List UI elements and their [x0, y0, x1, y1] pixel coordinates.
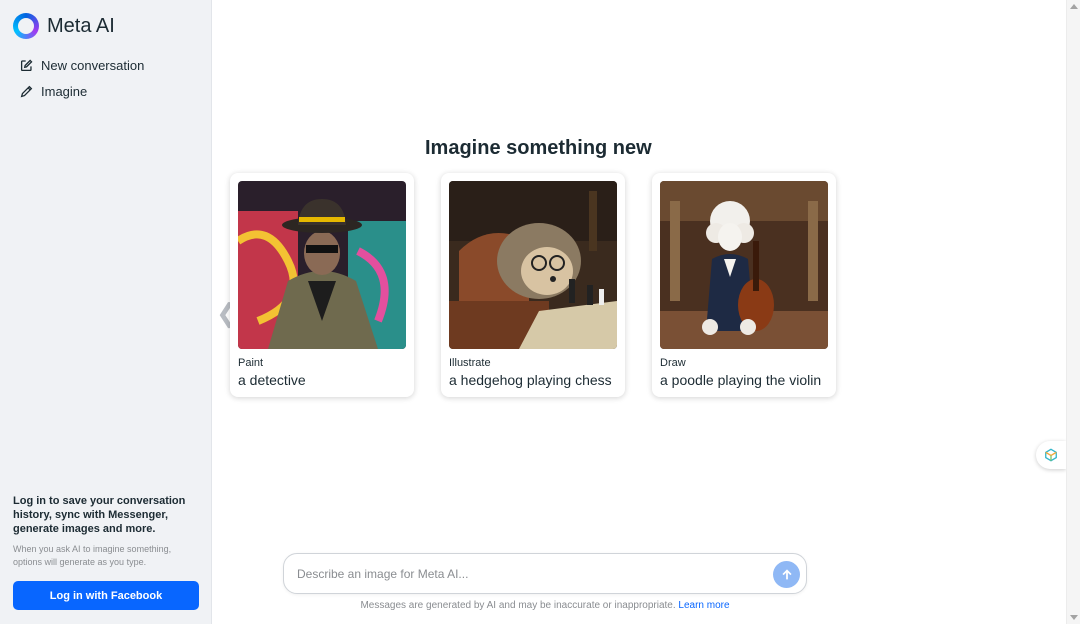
edit-icon — [20, 59, 33, 72]
send-button[interactable] — [773, 561, 800, 588]
login-prompt-subtitle: When you ask AI to imagine something, op… — [13, 544, 172, 567]
card-kind: Paint — [238, 357, 264, 369]
prompt-input[interactable] — [297, 564, 757, 584]
disclaimer: Messages are generated by AI and may be … — [283, 600, 807, 611]
imagine-button[interactable]: Imagine — [20, 84, 87, 99]
login-prompt-title: Log in to save your conversation history… — [13, 495, 186, 535]
meta-ai-logo-icon — [13, 13, 39, 39]
floating-extension-button[interactable] — [1036, 441, 1066, 469]
learn-more-link[interactable]: Learn more — [678, 600, 729, 611]
imagine-label: Imagine — [41, 84, 88, 99]
poodle-image — [660, 181, 828, 349]
arrow-up-icon — [781, 568, 792, 579]
hedgehog-image — [449, 181, 617, 349]
scroll-down-arrow-icon[interactable] — [1070, 615, 1078, 620]
detective-image — [238, 181, 406, 349]
brand-name: Meta AI — [47, 14, 115, 37]
scroll-up-arrow-icon[interactable] — [1070, 4, 1078, 9]
example-card-hedgehog[interactable]: Illustrate a hedgehog playing chess — [441, 173, 625, 397]
card-subject: a hedgehog playing chess — [449, 372, 612, 388]
page-heading: Imagine something new — [425, 137, 652, 159]
prompt-composer — [283, 553, 807, 594]
new-conversation-button[interactable]: New conversation — [20, 58, 144, 73]
app-root: Meta AI New conversation Imagine Log in … — [0, 0, 1080, 624]
brand[interactable]: Meta AI — [13, 13, 115, 39]
example-card-poodle[interactable]: Draw a poodle playing the violin — [652, 173, 836, 397]
scrollbar[interactable] — [1066, 0, 1080, 624]
pencil-icon — [20, 85, 33, 98]
login-with-facebook-button[interactable]: Log in with Facebook — [13, 581, 199, 610]
card-kind: Draw — [660, 357, 686, 369]
card-subject: a poodle playing the violin — [660, 372, 822, 388]
sidebar: Meta AI New conversation Imagine Log in … — [0, 0, 212, 624]
disclaimer-text: Messages are generated by AI and may be … — [360, 600, 676, 611]
card-kind: Illustrate — [449, 357, 491, 369]
cube-icon — [1045, 448, 1057, 462]
example-card-detective[interactable]: Paint a detective — [230, 173, 414, 397]
new-conversation-label: New conversation — [41, 58, 145, 73]
card-subject: a detective — [238, 372, 306, 388]
